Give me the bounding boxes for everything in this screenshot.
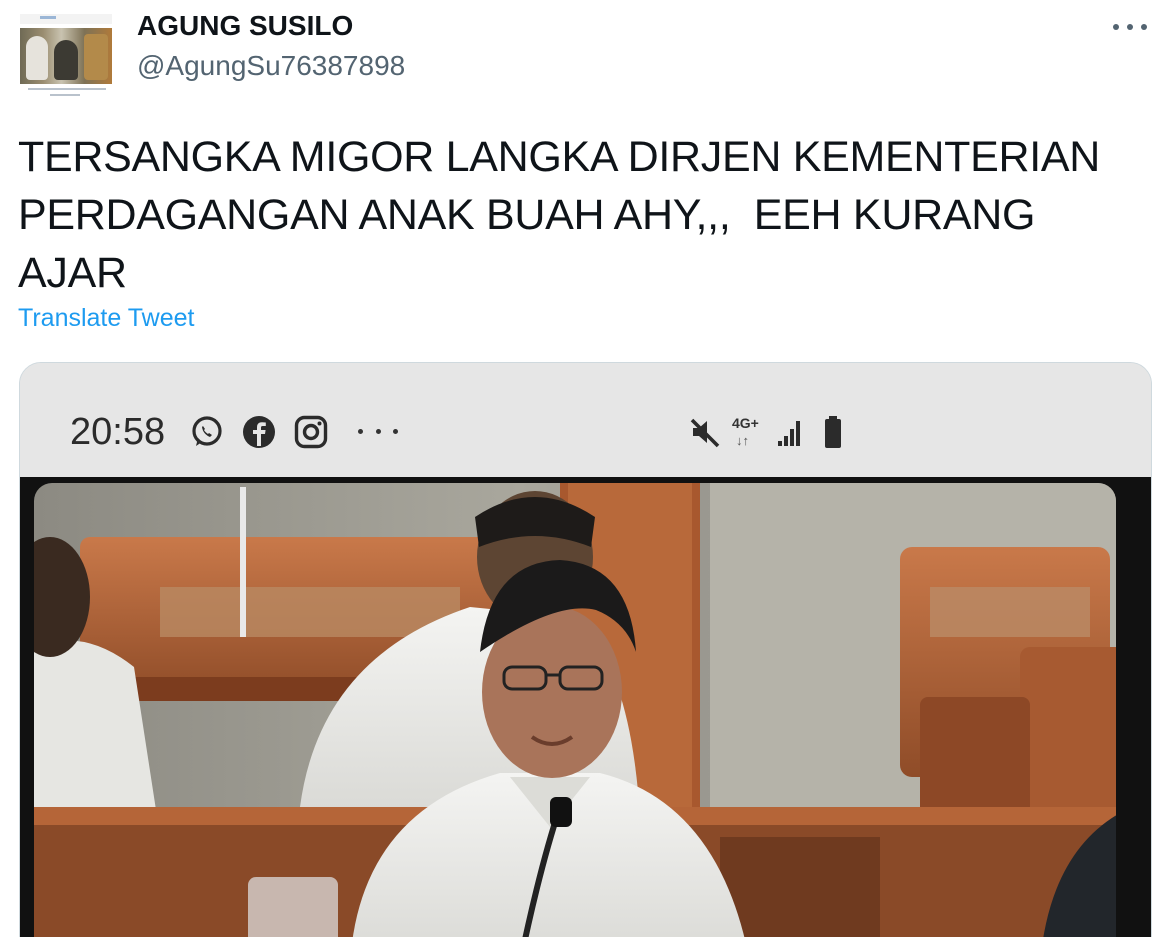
phone-status-bar: 20:58 4G+ ↓↑ <box>20 363 1151 477</box>
data-arrows-icon: ↓↑ <box>736 433 749 448</box>
press-photo-image <box>20 477 1151 937</box>
author-name[interactable]: AGUNG SUSILO <box>137 10 353 42</box>
more-dots-icon <box>358 429 398 434</box>
avatar[interactable] <box>20 14 112 96</box>
tweet-text: TERSANGKA MIGOR LANGKA DIRJEN KEMENTERIA… <box>18 133 1112 297</box>
instagram-icon <box>294 415 328 449</box>
mute-icon <box>688 415 722 449</box>
avatar-top-strip <box>20 14 112 24</box>
facebook-icon <box>242 415 276 449</box>
avatar-photo <box>20 28 112 84</box>
tweet-media[interactable]: 20:58 4G+ ↓↑ <box>19 362 1152 937</box>
whatsapp-icon <box>190 415 224 449</box>
translate-tweet-link[interactable]: Translate Tweet <box>18 304 194 333</box>
author-handle[interactable]: @AgungSu76387898 <box>137 50 405 82</box>
more-options-button[interactable] <box>1113 16 1147 38</box>
network-type: 4G+ <box>732 415 759 431</box>
battery-icon <box>816 415 850 449</box>
more-horizontal-icon <box>1113 24 1119 30</box>
signal-icon <box>772 415 806 449</box>
status-time: 20:58 <box>70 411 166 453</box>
